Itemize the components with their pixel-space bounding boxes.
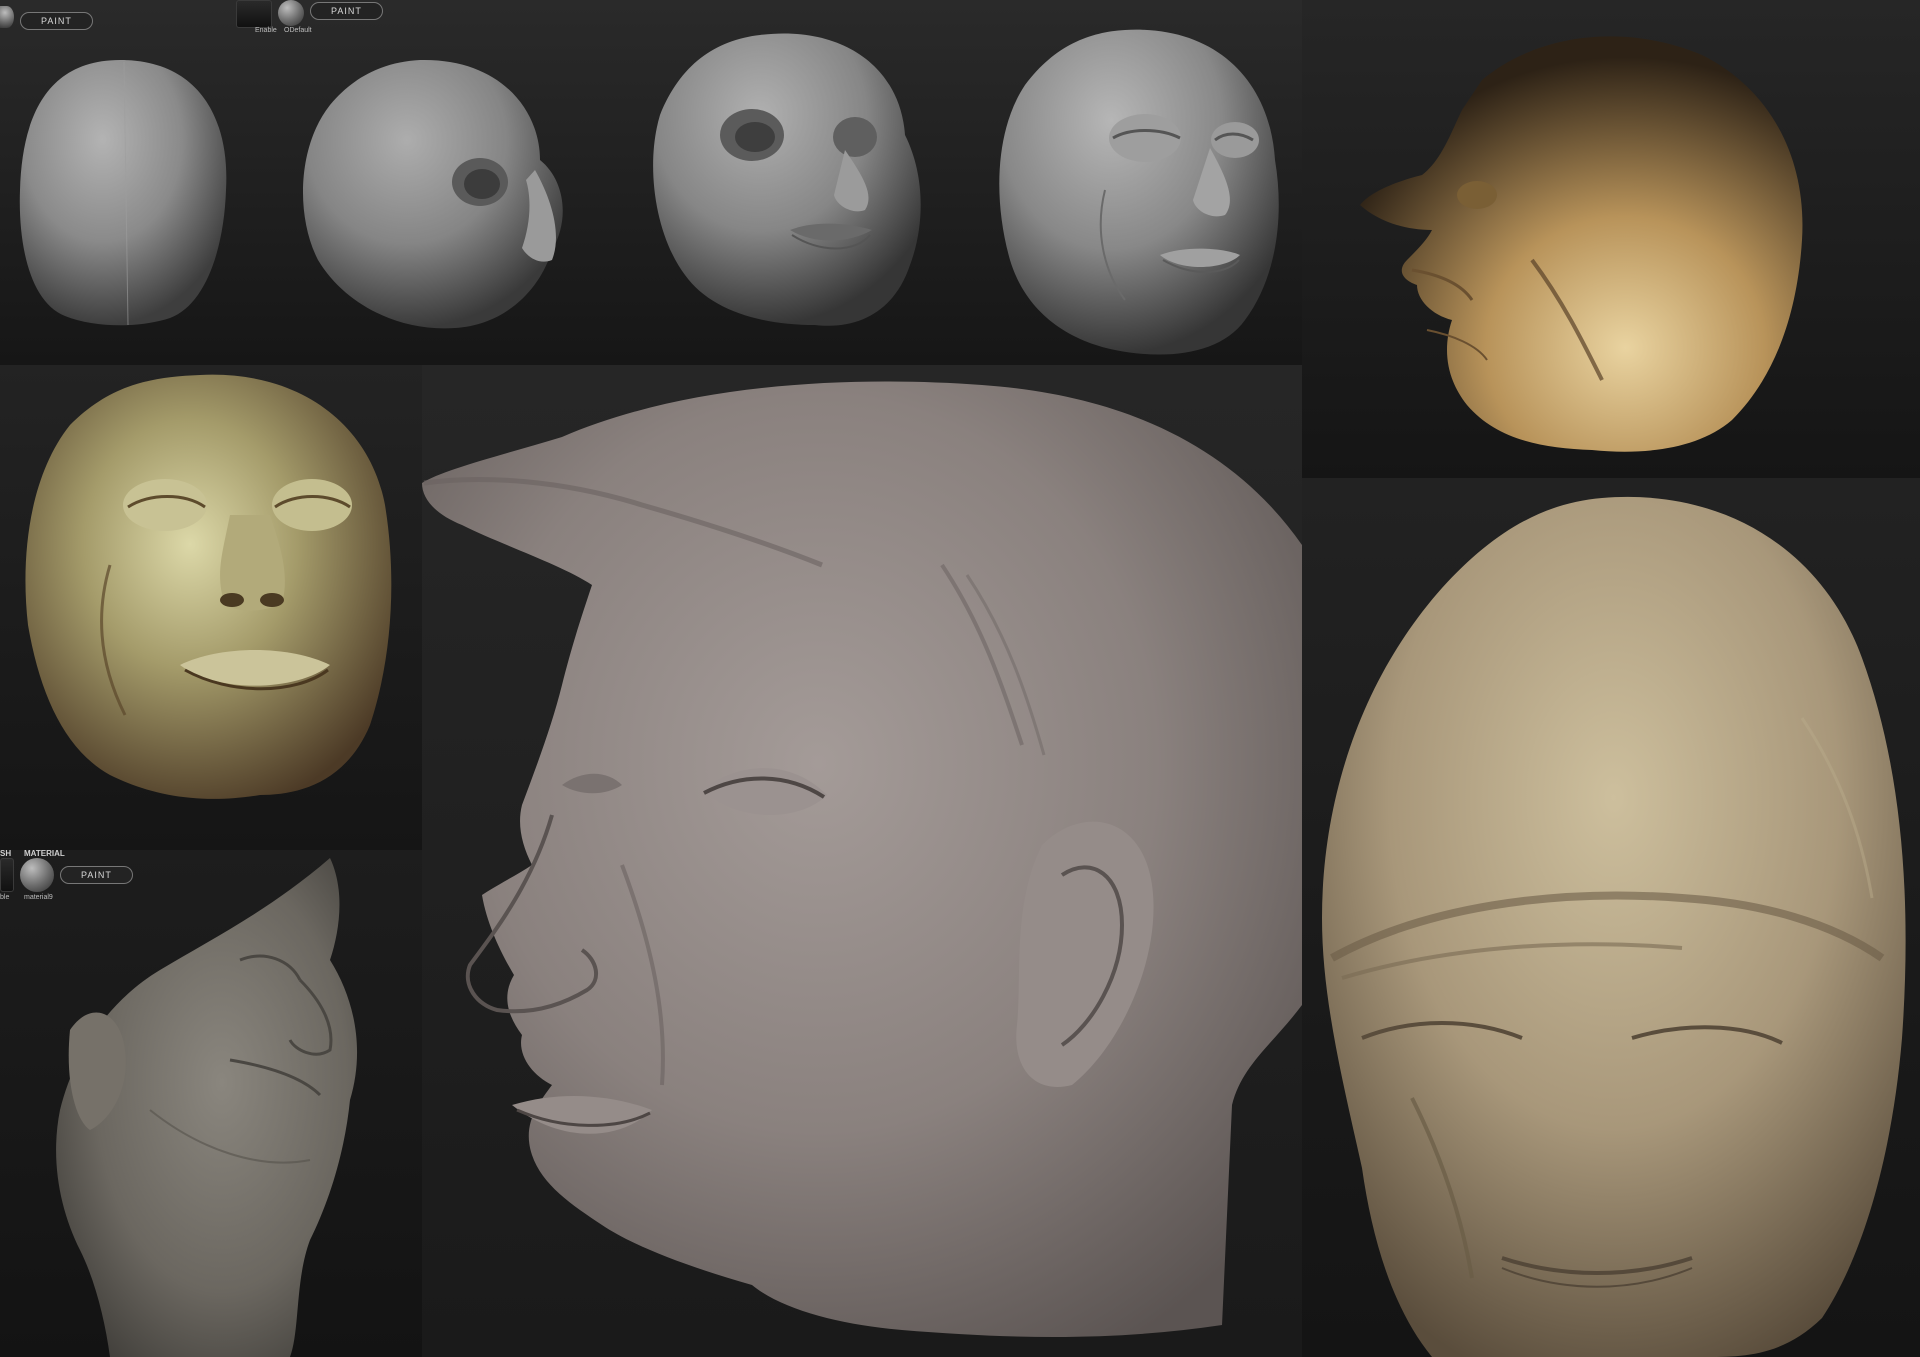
default-material-label: ODefault — [284, 27, 312, 34]
material-ball-icon[interactable] — [0, 6, 14, 28]
paint-button[interactable]: PAINT — [310, 2, 383, 20]
material-ball-icon[interactable] — [278, 0, 304, 26]
head-gold-profile-svg — [1360, 36, 1803, 452]
head-large-profile-svg — [422, 381, 1302, 1337]
head-tilted-clay-svg — [56, 858, 358, 1357]
head-stage-2 — [290, 50, 580, 340]
head-olive-front — [0, 365, 422, 850]
enable-label: Enable — [255, 27, 277, 34]
head-gold-profile — [1302, 0, 1920, 478]
head-tan-topdown-svg — [1322, 496, 1906, 1357]
paint-button[interactable]: PAINT — [60, 866, 133, 884]
color-swatch[interactable] — [236, 0, 272, 28]
toolbar-top-middle: PAINT — [236, 0, 383, 28]
head-stage-1 — [0, 40, 240, 340]
head-stage-3-svg — [653, 33, 921, 326]
head-stage-1-svg — [19, 60, 227, 326]
head-tilted-clay — [0, 850, 422, 1357]
material-name-label: material9 — [24, 894, 53, 901]
material-ball-icon[interactable] — [20, 858, 54, 892]
head-stage-4-svg — [999, 29, 1279, 355]
color-swatch[interactable] — [0, 858, 14, 892]
head-olive-front-svg — [25, 374, 392, 799]
brush-side-label: ble — [0, 894, 10, 901]
brush-header-label: SH — [0, 849, 12, 858]
head-large-profile — [422, 365, 1302, 1357]
head-stage-3 — [640, 25, 940, 345]
head-stage-2-svg — [302, 59, 563, 329]
toolbar-bottom-left: PAINT — [0, 858, 133, 892]
head-stage-4 — [985, 20, 1305, 360]
paint-button[interactable]: PAINT — [20, 12, 93, 30]
head-tan-topdown — [1302, 478, 1920, 1357]
toolbar-top-left: PAINT — [0, 6, 93, 30]
material-header-label: MATERIAL — [24, 849, 65, 858]
